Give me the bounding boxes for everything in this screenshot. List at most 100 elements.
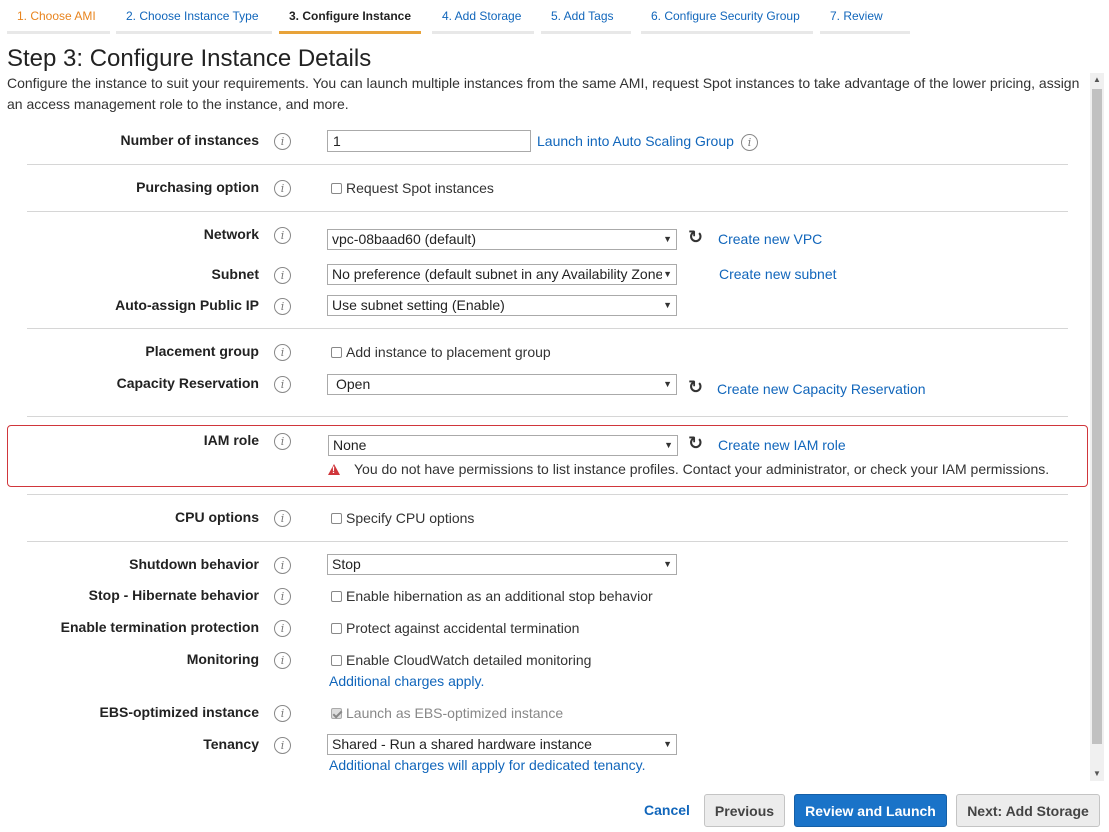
termination-checkbox[interactable] — [331, 623, 342, 634]
create-new-iam-role-link[interactable]: Create new IAM role — [718, 437, 846, 453]
next-add-storage-button[interactable]: Next: Add Storage — [956, 794, 1100, 827]
create-new-vpc-link[interactable]: Create new VPC — [718, 231, 822, 247]
info-icon[interactable]: i — [274, 376, 291, 393]
scroll-down-icon[interactable]: ▼ — [1090, 767, 1104, 781]
hibernate-text: Enable hibernation as an additional stop… — [346, 588, 653, 604]
info-icon[interactable]: i — [274, 557, 291, 574]
number-of-instances-input[interactable] — [327, 130, 531, 152]
additional-charges-link[interactable]: Additional charges apply. — [329, 673, 484, 689]
ebs-optimized-checkbox — [331, 708, 342, 719]
page-title: Step 3: Configure Instance Details — [7, 45, 372, 72]
capacity-label: Capacity Reservation — [116, 375, 259, 391]
purchasing-label: Purchasing option — [136, 179, 259, 195]
ebs-label: EBS-optimized instance — [99, 704, 259, 720]
info-icon[interactable]: i — [274, 705, 291, 722]
create-new-capacity-reservation-link[interactable]: Create new Capacity Reservation — [717, 381, 926, 397]
tab-choose-instance-type[interactable]: 2. Choose Instance Type — [116, 0, 272, 34]
info-icon[interactable]: i — [274, 298, 291, 315]
info-icon[interactable]: i — [274, 737, 291, 754]
network-value: vpc-08baad60 (default) — [332, 231, 476, 247]
ebs-optimized-option: Launch as EBS-optimized instance — [331, 705, 563, 721]
divider — [27, 416, 1068, 417]
termination-label: Enable termination protection — [60, 619, 259, 635]
public-ip-value: Use subnet setting (Enable) — [332, 297, 505, 313]
tenancy-label: Tenancy — [203, 736, 259, 752]
iam-role-select[interactable]: None ▼ — [328, 435, 678, 456]
iam-role-label: IAM role — [203, 432, 259, 448]
cpu-options-checkbox[interactable] — [331, 513, 342, 524]
iam-role-value: None — [333, 437, 367, 453]
tab-review[interactable]: 7. Review — [820, 0, 910, 34]
request-spot-option[interactable]: Request Spot instances — [331, 180, 494, 196]
network-select[interactable]: vpc-08baad60 (default) ▼ — [327, 229, 677, 250]
info-icon[interactable]: i — [274, 652, 291, 669]
tenancy-select[interactable]: Shared - Run a shared hardware instance … — [327, 734, 677, 755]
vertical-scrollbar[interactable]: ▲ ▼ — [1090, 73, 1104, 781]
request-spot-label: Request Spot instances — [346, 180, 494, 196]
monitoring-text: Enable CloudWatch detailed monitoring — [346, 652, 592, 668]
launch-auto-scaling-link[interactable]: Launch into Auto Scaling Group — [537, 133, 734, 149]
cpu-options-text: Specify CPU options — [346, 510, 475, 526]
tab-choose-ami[interactable]: 1. Choose AMI — [7, 0, 110, 34]
divider — [27, 541, 1068, 542]
monitoring-option[interactable]: Enable CloudWatch detailed monitoring — [331, 652, 591, 668]
chevron-down-icon: ▼ — [663, 379, 672, 389]
info-icon[interactable]: i — [274, 227, 291, 244]
cancel-button[interactable]: Cancel — [644, 802, 690, 818]
dedicated-tenancy-charges-link[interactable]: Additional charges will apply for dedica… — [329, 757, 645, 773]
chevron-down-icon: ▼ — [663, 269, 672, 279]
shutdown-value: Stop — [332, 556, 361, 572]
placement-group-option[interactable]: Add instance to placement group — [331, 344, 551, 360]
capacity-value: Open — [336, 376, 371, 392]
network-label: Network — [203, 226, 259, 242]
public-ip-label: Auto-assign Public IP — [115, 297, 259, 313]
chevron-down-icon: ▼ — [663, 300, 672, 310]
info-icon[interactable]: i — [274, 267, 291, 284]
page-description: Configure the instance to suit your requ… — [7, 75, 1080, 112]
request-spot-checkbox[interactable] — [331, 183, 342, 194]
iam-warning: You do not have permissions to list inst… — [328, 461, 1049, 477]
refresh-icon[interactable]: ↻ — [688, 228, 706, 246]
refresh-icon[interactable]: ↻ — [688, 434, 706, 452]
hibernate-option[interactable]: Enable hibernation as an additional stop… — [331, 588, 653, 604]
info-icon[interactable]: i — [274, 344, 291, 361]
scroll-up-icon[interactable]: ▲ — [1090, 73, 1104, 87]
info-icon[interactable]: i — [274, 620, 291, 637]
hibernate-checkbox[interactable] — [331, 591, 342, 602]
refresh-icon[interactable]: ↻ — [688, 378, 706, 396]
tab-configure-security-group[interactable]: 6. Configure Security Group — [641, 0, 813, 34]
ebs-optimized-text: Launch as EBS-optimized instance — [346, 705, 564, 721]
termination-text: Protect against accidental termination — [346, 620, 580, 636]
review-and-launch-button[interactable]: Review and Launch — [794, 794, 947, 827]
shutdown-select[interactable]: Stop ▼ — [327, 554, 677, 575]
placement-label: Placement group — [145, 343, 259, 359]
termination-option[interactable]: Protect against accidental termination — [331, 620, 579, 636]
capacity-select[interactable]: Open ▼ — [327, 374, 677, 395]
cpu-options-option[interactable]: Specify CPU options — [331, 510, 474, 526]
subnet-select[interactable]: No preference (default subnet in any Ava… — [327, 264, 677, 285]
divider — [27, 211, 1068, 212]
info-icon[interactable]: i — [274, 588, 291, 605]
tab-configure-instance[interactable]: 3. Configure Instance — [279, 0, 421, 34]
info-icon[interactable]: i — [274, 510, 291, 527]
info-icon[interactable]: i — [274, 180, 291, 197]
chevron-down-icon: ▼ — [663, 559, 672, 569]
placement-group-checkbox[interactable] — [331, 347, 342, 358]
info-icon[interactable]: i — [741, 134, 758, 151]
warning-icon — [328, 464, 340, 475]
info-icon[interactable]: i — [274, 433, 291, 450]
monitoring-checkbox[interactable] — [331, 655, 342, 666]
iam-warning-text: You do not have permissions to list inst… — [354, 461, 1050, 477]
chevron-down-icon: ▼ — [663, 739, 672, 749]
info-icon[interactable]: i — [274, 133, 291, 150]
divider — [27, 494, 1068, 495]
public-ip-select[interactable]: Use subnet setting (Enable) ▼ — [327, 295, 677, 316]
chevron-down-icon: ▼ — [664, 440, 673, 450]
create-new-subnet-link[interactable]: Create new subnet — [719, 266, 837, 282]
previous-button[interactable]: Previous — [704, 794, 785, 827]
tab-add-tags[interactable]: 5. Add Tags — [541, 0, 631, 34]
tab-add-storage[interactable]: 4. Add Storage — [432, 0, 534, 34]
divider — [27, 164, 1068, 165]
scroll-thumb[interactable] — [1092, 89, 1102, 744]
divider — [27, 328, 1068, 329]
